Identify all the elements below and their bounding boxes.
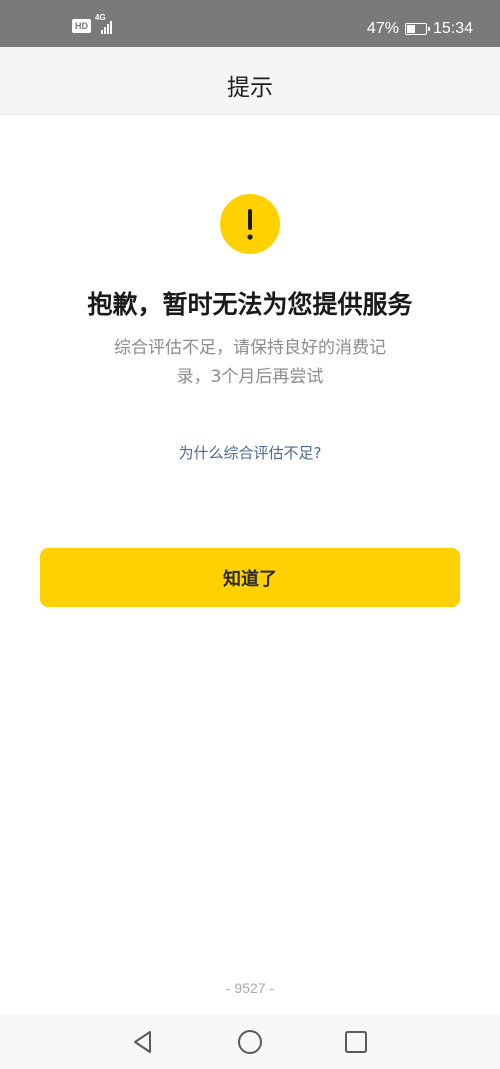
why-insufficient-link[interactable]: 为什么综合评估不足?	[0, 442, 500, 463]
home-circle-icon[interactable]	[237, 1029, 263, 1055]
error-headline: 抱歉，暂时无法为您提供服务	[87, 290, 413, 319]
description-line-1: 综合评估不足，请保持良好的消费记	[114, 338, 386, 358]
error-description: 综合评估不足，请保持良好的消费记 录，3个月后再尝试	[90, 334, 410, 392]
hd-badge: HD	[72, 19, 91, 33]
status-bar: HD 4G 47% 15:34	[0, 0, 500, 47]
description-line-2: 录，3个月后再尝试	[176, 367, 324, 387]
page-title: 提示	[227, 75, 273, 101]
status-right-indicators: 47% 15:34	[367, 20, 473, 38]
battery-percent: 47%	[366, 20, 399, 37]
exclamation-icon	[220, 194, 280, 254]
battery-icon	[404, 23, 430, 35]
clock: 15:34	[432, 20, 473, 37]
back-triangle-icon[interactable]	[130, 1029, 156, 1055]
recent-square-icon[interactable]	[343, 1029, 369, 1055]
battery-fill	[406, 25, 416, 33]
signal-bars	[101, 21, 112, 34]
got-it-button[interactable]: 知道了	[40, 548, 460, 607]
system-navigation-bar	[0, 1014, 500, 1069]
footer-code: - 9527 -	[225, 980, 275, 996]
cellular-signal-icon: 4G	[95, 13, 121, 35]
status-left-indicators: HD 4G	[72, 13, 121, 35]
nav-header: 提示	[0, 47, 500, 115]
